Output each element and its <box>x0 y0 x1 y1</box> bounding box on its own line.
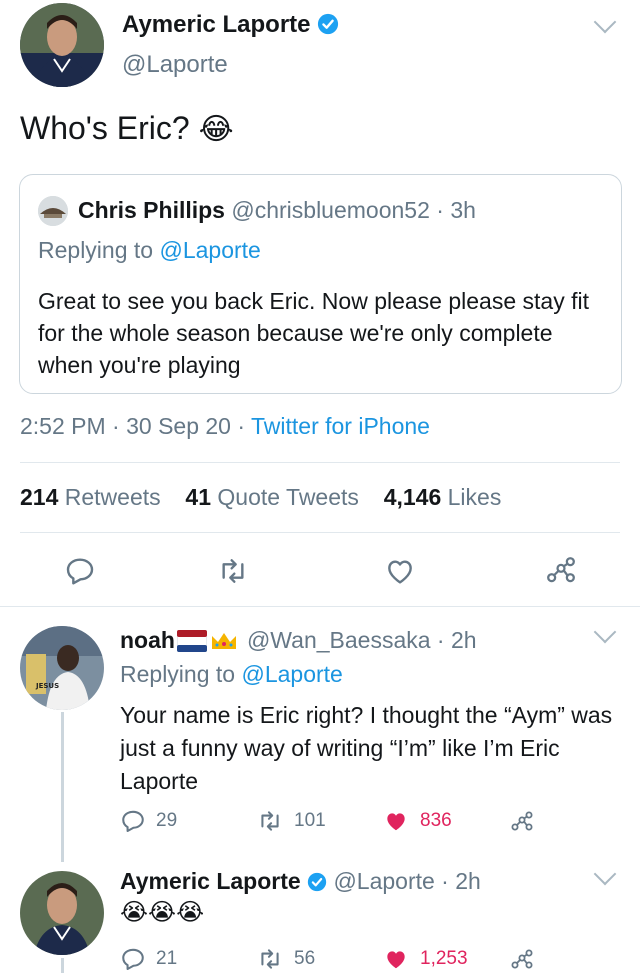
chevron-down-icon[interactable] <box>593 10 617 34</box>
author-handle[interactable]: @Laporte <box>122 51 228 79</box>
quoted-author-avatar <box>38 196 68 226</box>
reply1-retweets-count: 101 <box>294 810 326 831</box>
liked-heart-icon <box>387 951 405 969</box>
tweet-timestamp: 2:52 PM · 30 Sep 20 · <box>20 413 246 439</box>
reply1-handle-time: @Wan_Baessaka · 2h <box>246 627 477 653</box>
reply1-retweet-button[interactable]: 101 <box>256 808 326 834</box>
retweets-stat[interactable]: 214 Retweets <box>20 484 167 510</box>
quote-tweets-count: 41 <box>185 484 212 510</box>
thread-line <box>61 958 64 973</box>
retweet-icon <box>261 811 279 831</box>
reply1-replying-handle[interactable]: @Laporte <box>241 661 342 687</box>
reply2-retweet-button[interactable]: 56 <box>256 946 315 972</box>
tweet-source-link[interactable]: Twitter for iPhone <box>251 413 430 439</box>
likes-label: Likes <box>447 484 502 510</box>
quoted-tweet[interactable]: Chris Phillips @chrisbluemoon52 · 3h Rep… <box>19 174 622 394</box>
svg-text:JESUS: JESUS <box>35 682 59 690</box>
crown-icon <box>211 632 236 649</box>
reply1-replies-count: 29 <box>156 810 178 831</box>
quote-tweets-stat[interactable]: 41 Quote Tweets <box>185 484 365 510</box>
verified-badge-icon <box>307 872 327 892</box>
divider <box>20 532 620 533</box>
chevron-down-icon[interactable] <box>593 862 617 886</box>
share-icon[interactable] <box>508 810 536 834</box>
thread-line <box>61 712 64 862</box>
reply2-handle-time: @Laporte · 2h <box>333 868 481 894</box>
reply2-author-name[interactable]: Aymeric Laporte <box>120 868 301 894</box>
netherlands-flag-icon <box>176 629 207 652</box>
liked-heart-icon <box>387 813 405 831</box>
section-divider <box>0 606 640 607</box>
quoted-tweet-text: Great to see you back Eric. Now please p… <box>38 288 589 378</box>
reply-icon <box>122 948 144 970</box>
divider <box>20 462 620 463</box>
quote-tweets-label: Quote Tweets <box>217 484 359 510</box>
reply-icon <box>122 810 144 832</box>
chevron-down-icon[interactable] <box>593 620 617 644</box>
retweet-icon[interactable] <box>215 555 251 587</box>
retweet-icon <box>261 949 279 969</box>
reply2-retweets-count: 56 <box>294 948 316 969</box>
retweets-label: Retweets <box>64 484 161 510</box>
reply1-avatar[interactable]: JESUS <box>20 626 104 710</box>
quoted-author-name: Chris Phillips <box>78 197 225 223</box>
author-avatar[interactable] <box>20 3 104 87</box>
tears-of-joy-emoji: 😂 <box>198 113 234 146</box>
share-icon[interactable] <box>543 555 579 587</box>
tweet-text: Who's Eric? <box>20 110 190 146</box>
reply2-replies-count: 21 <box>156 948 178 969</box>
reply2-avatar[interactable] <box>20 871 104 955</box>
reply2-text: 😭😭😭 <box>120 899 205 926</box>
like-icon[interactable] <box>383 555 417 587</box>
reply1-text: Your name is Eric right? I thought the “… <box>120 702 613 794</box>
reply1-like-button[interactable]: 836 <box>382 808 452 834</box>
quoted-replying-prefix: Replying to <box>38 237 154 263</box>
retweets-count: 214 <box>20 484 59 510</box>
reply2-likes-count: 1,253 <box>420 948 468 969</box>
share-icon[interactable] <box>508 948 536 972</box>
reply1-reply-button[interactable]: 29 <box>120 808 177 834</box>
likes-count: 4,146 <box>383 484 442 510</box>
reply1-replying-prefix: Replying to <box>120 661 236 687</box>
reply2-reply-button[interactable]: 21 <box>120 946 177 972</box>
reply1-author-name[interactable]: noah <box>120 627 175 654</box>
reply-icon[interactable] <box>64 555 96 587</box>
reply2-like-button[interactable]: 1,253 <box>382 946 468 972</box>
author-name[interactable]: Aymeric Laporte <box>122 11 311 38</box>
quoted-handle-time: @chrisbluemoon52 · 3h <box>231 197 476 223</box>
reply1-likes-count: 836 <box>420 810 452 831</box>
verified-badge-icon <box>318 13 339 35</box>
likes-stat[interactable]: 4,146 Likes <box>384 484 502 510</box>
quoted-replying-handle[interactable]: @Laporte <box>159 237 260 263</box>
